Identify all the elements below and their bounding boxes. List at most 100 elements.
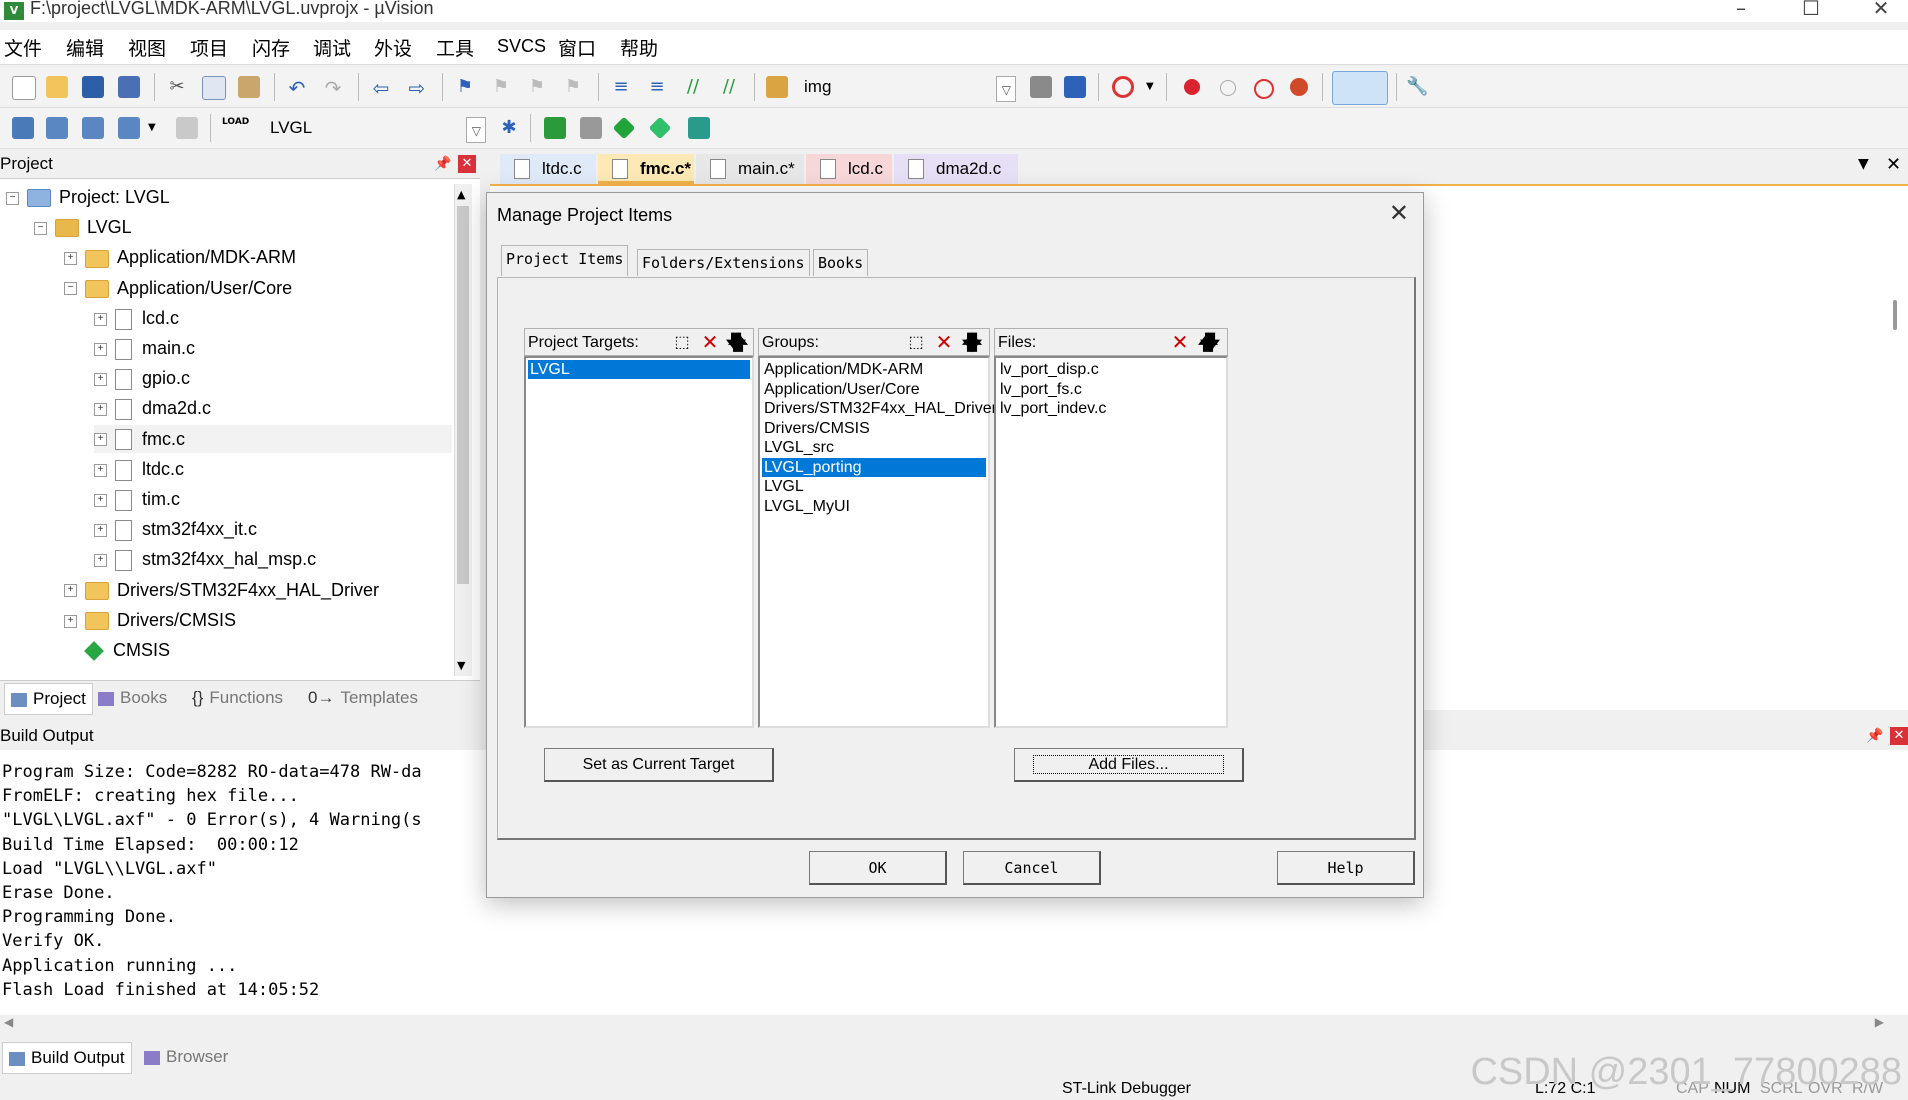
expand-icon[interactable]: +: [64, 252, 77, 266]
translate-icon[interactable]: [12, 117, 34, 139]
tab-books-dialog[interactable]: Books: [813, 249, 869, 276]
new-group-icon[interactable]: ⬚: [905, 332, 927, 354]
groups-list-item[interactable]: Drivers/CMSIS: [762, 419, 986, 438]
close-panel-icon[interactable]: ✕: [1890, 727, 1908, 745]
tree-item-folder[interactable]: + Drivers/STM32F4xx_HAL_Driver: [64, 576, 379, 604]
download-load-icon[interactable]: LOAD: [222, 117, 249, 139]
expand-icon[interactable]: +: [94, 523, 107, 537]
expand-icon[interactable]: +: [94, 493, 107, 507]
bookmark-icon[interactable]: ⚑: [454, 76, 476, 98]
enable-breakpoint-icon[interactable]: [1220, 80, 1236, 96]
expand-icon[interactable]: +: [94, 463, 107, 477]
manage-project-items-icon[interactable]: [544, 117, 566, 139]
target-combo[interactable]: LVGL: [264, 115, 488, 141]
pack-installer-icon[interactable]: [688, 117, 710, 139]
tree-item-file[interactable]: + gpio.c: [94, 364, 190, 392]
indent-icon[interactable]: ≡: [610, 76, 632, 98]
add-files-button[interactable]: Add Files...: [1014, 748, 1244, 782]
tree-item-file[interactable]: + main.c: [94, 334, 195, 362]
files-list-item[interactable]: lv_port_disp.c: [998, 360, 1224, 379]
debug-session-icon[interactable]: [1112, 76, 1134, 98]
groups-list-item[interactable]: LVGL_src: [762, 438, 986, 457]
configure-icon[interactable]: 🔧: [1406, 76, 1428, 98]
tree-item-file[interactable]: + dma2d.c: [94, 394, 211, 422]
breakpoint-icon[interactable]: [1184, 79, 1200, 95]
delete-file-icon[interactable]: ✕: [1169, 332, 1191, 354]
rebuild-icon[interactable]: [82, 117, 104, 139]
collapse-icon[interactable]: −: [64, 282, 77, 296]
editor-tab[interactable]: ltdc.c: [500, 154, 596, 184]
kill-breakpoints-icon[interactable]: [1290, 78, 1308, 96]
save-icon[interactable]: [82, 76, 104, 98]
new-file-icon[interactable]: [12, 76, 36, 100]
tree-item-folder[interactable]: − Application/User/Core: [64, 274, 292, 302]
expand-icon[interactable]: +: [94, 403, 107, 417]
menu-tools[interactable]: 工具: [436, 34, 474, 61]
expand-icon[interactable]: +: [94, 372, 107, 386]
editor-tab[interactable]: fmc.c*: [598, 154, 694, 184]
menu-project[interactable]: 项目: [190, 34, 228, 61]
manage-rte-icon[interactable]: [612, 116, 636, 140]
target-options-icon[interactable]: ✱: [498, 117, 520, 139]
unindent-icon[interactable]: ≡: [646, 76, 668, 98]
incremental-find-icon[interactable]: [1064, 76, 1086, 98]
window-layout-icon[interactable]: [1332, 71, 1388, 105]
groups-list-item[interactable]: Application/User/Core: [762, 380, 986, 399]
editor-tab[interactable]: main.c*: [696, 154, 804, 184]
pin-icon[interactable]: 📌: [1866, 728, 1883, 744]
copy-icon[interactable]: [202, 76, 226, 100]
close-panel-icon[interactable]: ✕: [458, 155, 476, 173]
select-packs-icon[interactable]: [648, 116, 672, 140]
tab-list-dropdown-icon[interactable]: ▼: [1858, 156, 1869, 172]
collapse-icon[interactable]: −: [34, 221, 47, 235]
disable-breakpoints-icon[interactable]: [1254, 79, 1274, 99]
tree-item-component[interactable]: CMSIS: [64, 636, 170, 664]
build-icon[interactable]: [46, 117, 68, 139]
help-button[interactable]: Help: [1277, 851, 1415, 885]
targets-list[interactable]: LVGL: [524, 356, 754, 728]
menu-window[interactable]: 窗口: [558, 34, 596, 61]
stop-build-icon[interactable]: [176, 117, 198, 139]
close-window-button[interactable]: ✕: [1856, 0, 1906, 22]
navigate-back-icon[interactable]: ⇦: [370, 76, 392, 100]
find-combo[interactable]: img: [798, 74, 1020, 100]
tree-item-file[interactable]: + ltdc.c: [94, 455, 184, 483]
debug-dropdown-icon[interactable]: ▼: [1146, 81, 1168, 103]
expand-icon[interactable]: +: [94, 342, 107, 356]
menu-svcs[interactable]: SVCS: [497, 36, 546, 57]
menu-flash[interactable]: 闪存: [252, 34, 290, 61]
tree-item-target[interactable]: − LVGL: [34, 213, 132, 241]
menu-edit[interactable]: 编辑: [66, 34, 104, 61]
find-in-files-icon[interactable]: [766, 76, 788, 98]
menu-file[interactable]: 文件: [4, 34, 42, 61]
batch-build-icon[interactable]: [118, 117, 140, 139]
pin-icon[interactable]: 📌: [434, 156, 451, 172]
groups-list-item[interactable]: Drivers/STM32F4xx_HAL_Driver: [762, 399, 997, 418]
files-list-item[interactable]: lv_port_fs.c: [998, 380, 1224, 399]
next-bookmark-icon[interactable]: ⚑: [526, 76, 548, 98]
dialog-close-icon[interactable]: ✕: [1389, 199, 1409, 227]
groups-list-item[interactable]: Application/MDK-ARM: [762, 360, 986, 379]
multi-project-icon[interactable]: [580, 117, 602, 139]
tab-functions[interactable]: {} Functions: [192, 683, 283, 713]
files-list-item[interactable]: lv_port_indev.c: [998, 399, 1224, 418]
collapse-icon[interactable]: −: [6, 191, 19, 205]
tree-item-folder[interactable]: + Application/MDK-ARM: [64, 243, 296, 271]
navigate-forward-icon[interactable]: ⇨: [406, 76, 428, 100]
scroll-right-icon[interactable]: ▶: [1875, 1015, 1884, 1029]
project-tree-scrollbar[interactable]: ▲ ▼: [454, 184, 472, 676]
set-current-target-button[interactable]: Set as Current Target: [544, 748, 774, 782]
tree-item-folder[interactable]: + Drivers/CMSIS: [64, 606, 236, 634]
save-all-icon[interactable]: [118, 76, 140, 98]
targets-list-item[interactable]: LVGL: [528, 360, 750, 379]
tree-item-file[interactable]: + stm32f4xx_it.c: [94, 515, 257, 543]
scroll-down-icon[interactable]: ▼: [457, 659, 465, 672]
groups-list[interactable]: Application/MDK-ARM Application/User/Core…: [758, 356, 997, 728]
menu-help[interactable]: 帮助: [620, 34, 658, 61]
undo-icon[interactable]: ↶: [286, 76, 308, 100]
new-target-icon[interactable]: ⬚: [671, 332, 693, 354]
move-file-down-icon[interactable]: 🡇: [1199, 331, 1221, 353]
close-editor-icon[interactable]: ✕: [1886, 154, 1901, 175]
build-output-hscrollbar[interactable]: ◀ ▶: [0, 1015, 1908, 1033]
menu-debug[interactable]: 调试: [313, 34, 351, 61]
